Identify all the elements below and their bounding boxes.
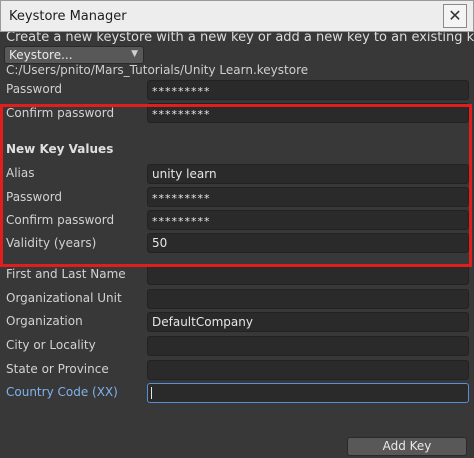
add-key-button[interactable]: Add Key: [347, 437, 467, 456]
new-key-heading: New Key Values: [6, 142, 114, 156]
state-label: State or Province: [6, 362, 109, 376]
close-icon: ✕: [448, 6, 462, 25]
alias-value: unity learn: [152, 167, 217, 181]
country-code-label: Country Code (XX): [6, 385, 118, 399]
validity-field[interactable]: 50: [147, 233, 469, 253]
org-unit-field[interactable]: [147, 289, 469, 309]
organization-field[interactable]: DefaultCompany: [147, 312, 469, 332]
chevron-down-icon: ▼: [131, 49, 138, 59]
alias-label: Alias: [6, 166, 35, 180]
text-caret: [151, 387, 152, 399]
title-bar: Keystore Manager ✕: [0, 0, 474, 32]
key-password-value: *********: [152, 192, 211, 205]
keystore-confirm-password-label: Confirm password: [6, 106, 115, 120]
keystore-password-field[interactable]: *********: [147, 80, 469, 100]
city-label: City or Locality: [6, 338, 96, 352]
keystore-dropdown-value: Keystore...: [9, 48, 73, 62]
validity-label: Validity (years): [6, 236, 97, 250]
organization-value: DefaultCompany: [152, 315, 253, 329]
key-confirm-password-field[interactable]: *********: [147, 210, 469, 230]
keystore-password-label: Password: [6, 82, 63, 96]
state-field[interactable]: [147, 360, 469, 380]
key-confirm-password-value: *********: [152, 215, 211, 228]
description-text: Create a new keystore with a new key or …: [6, 32, 474, 45]
full-name-field[interactable]: [147, 265, 469, 285]
key-password-label: Password: [6, 190, 63, 204]
keystore-confirm-password-field[interactable]: *********: [147, 103, 469, 123]
keystore-dropdown[interactable]: Keystore... ▼: [4, 46, 144, 64]
country-code-field[interactable]: [147, 383, 469, 403]
close-button[interactable]: ✕: [443, 4, 467, 28]
org-unit-label: Organizational Unit: [6, 291, 122, 305]
keystore-path: C:/Users/pnito/Mars_Tutorials/Unity Lear…: [6, 63, 309, 77]
key-password-field[interactable]: *********: [147, 187, 469, 207]
window-title: Keystore Manager: [9, 9, 127, 24]
validity-value: 50: [152, 236, 168, 250]
city-field[interactable]: [147, 336, 469, 356]
keystore-password-value: *********: [152, 85, 211, 98]
alias-field[interactable]: unity learn: [147, 164, 469, 184]
keystore-manager-panel: Create a new keystore with a new key or …: [0, 32, 474, 458]
key-confirm-password-label: Confirm password: [6, 213, 115, 227]
keystore-confirm-password-value: *********: [152, 108, 211, 121]
organization-label: Organization: [6, 314, 83, 328]
full-name-label: First and Last Name: [6, 267, 126, 281]
